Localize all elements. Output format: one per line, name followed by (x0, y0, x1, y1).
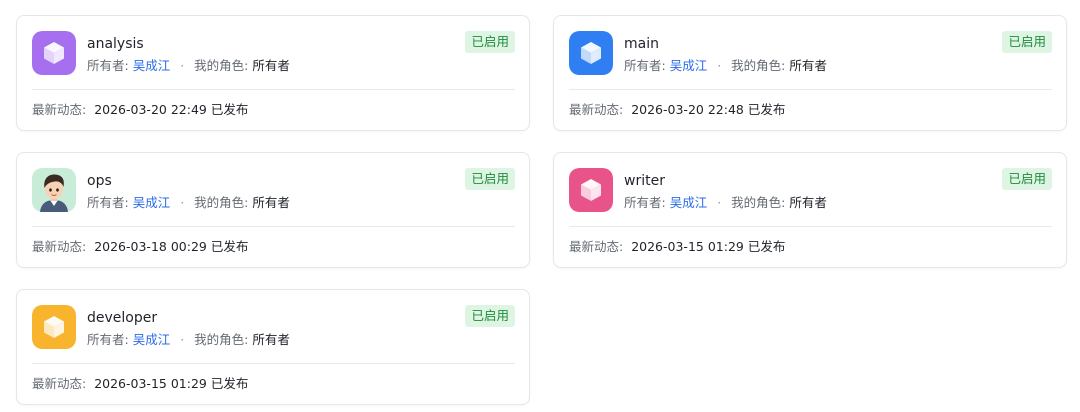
cube-icon (569, 31, 613, 75)
latest-activity: 最新动态: 2026-03-20 22:48 已发布 (569, 101, 785, 119)
owner-label: 所有者: (624, 195, 666, 210)
agent-meta: 所有者: 吴成江 · 我的角色: 所有者 (87, 194, 290, 212)
card-divider (569, 226, 1052, 227)
agent-card-writer[interactable]: writer 所有者: 吴成江 · 我的角色: 所有者 已启用 最新动态: 20… (553, 152, 1067, 268)
role-label: 我的角色: (731, 58, 786, 73)
owner-link[interactable]: 吴成江 (133, 332, 171, 347)
latest-activity: 最新动态: 2026-03-20 22:49 已发布 (32, 101, 248, 119)
status-badge: 已启用 (1002, 168, 1052, 190)
person-avatar-icon (32, 168, 76, 212)
owner-label: 所有者: (87, 58, 129, 73)
activity-label: 最新动态: (32, 239, 87, 254)
owner-label: 所有者: (624, 58, 666, 73)
agent-meta: 所有者: 吴成江 · 我的角色: 所有者 (87, 331, 290, 349)
activity-label: 最新动态: (32, 376, 87, 391)
card-divider (32, 363, 515, 364)
meta-separator: · (180, 195, 185, 210)
role-value: 所有者 (252, 195, 290, 210)
status-badge: 已启用 (465, 168, 515, 190)
activity-value: 2026-03-18 00:29 已发布 (94, 239, 249, 254)
owner-link[interactable]: 吴成江 (670, 58, 708, 73)
activity-value: 2026-03-20 22:48 已发布 (631, 102, 786, 117)
owner-label: 所有者: (87, 195, 129, 210)
agent-card-developer[interactable]: developer 所有者: 吴成江 · 我的角色: 所有者 已启用 最新动态:… (16, 289, 530, 405)
role-value: 所有者 (252, 332, 290, 347)
role-value: 所有者 (252, 58, 290, 73)
status-badge: 已启用 (465, 305, 515, 327)
role-label: 我的角色: (194, 195, 249, 210)
activity-label: 最新动态: (569, 239, 624, 254)
agent-meta: 所有者: 吴成江 · 我的角色: 所有者 (624, 194, 827, 212)
meta-separator: · (180, 332, 185, 347)
meta-separator: · (180, 58, 185, 73)
latest-activity: 最新动态: 2026-03-18 00:29 已发布 (32, 238, 248, 256)
latest-activity: 最新动态: 2026-03-15 01:29 已发布 (32, 375, 248, 393)
card-divider (32, 89, 515, 90)
activity-value: 2026-03-15 01:29 已发布 (94, 376, 249, 391)
role-label: 我的角色: (194, 332, 249, 347)
agent-card-ops[interactable]: ops 所有者: 吴成江 · 我的角色: 所有者 已启用 最新动态: 2026-… (16, 152, 530, 268)
card-divider (569, 89, 1052, 90)
cube-icon (32, 305, 76, 349)
agent-name[interactable]: analysis (87, 34, 144, 54)
agent-card-analysis[interactable]: analysis 所有者: 吴成江 · 我的角色: 所有者 已启用 最新动态: … (16, 15, 530, 131)
agent-meta: 所有者: 吴成江 · 我的角色: 所有者 (87, 57, 290, 75)
agent-name[interactable]: developer (87, 308, 157, 328)
agent-name[interactable]: ops (87, 171, 112, 191)
cube-icon (569, 168, 613, 212)
role-value: 所有者 (789, 58, 827, 73)
agent-meta: 所有者: 吴成江 · 我的角色: 所有者 (624, 57, 827, 75)
activity-value: 2026-03-15 01:29 已发布 (631, 239, 786, 254)
cube-icon (32, 31, 76, 75)
card-divider (32, 226, 515, 227)
role-value: 所有者 (789, 195, 827, 210)
status-badge: 已启用 (1002, 31, 1052, 53)
owner-link[interactable]: 吴成江 (133, 58, 171, 73)
agent-name[interactable]: writer (624, 171, 665, 191)
agent-card-main[interactable]: main 所有者: 吴成江 · 我的角色: 所有者 已启用 最新动态: 2026… (553, 15, 1067, 131)
meta-separator: · (717, 195, 722, 210)
owner-link[interactable]: 吴成江 (670, 195, 708, 210)
meta-separator: · (717, 58, 722, 73)
owner-link[interactable]: 吴成江 (133, 195, 171, 210)
activity-label: 最新动态: (569, 102, 624, 117)
owner-label: 所有者: (87, 332, 129, 347)
role-label: 我的角色: (194, 58, 249, 73)
agent-name[interactable]: main (624, 34, 659, 54)
activity-label: 最新动态: (32, 102, 87, 117)
role-label: 我的角色: (731, 195, 786, 210)
status-badge: 已启用 (465, 31, 515, 53)
latest-activity: 最新动态: 2026-03-15 01:29 已发布 (569, 238, 785, 256)
activity-value: 2026-03-20 22:49 已发布 (94, 102, 249, 117)
